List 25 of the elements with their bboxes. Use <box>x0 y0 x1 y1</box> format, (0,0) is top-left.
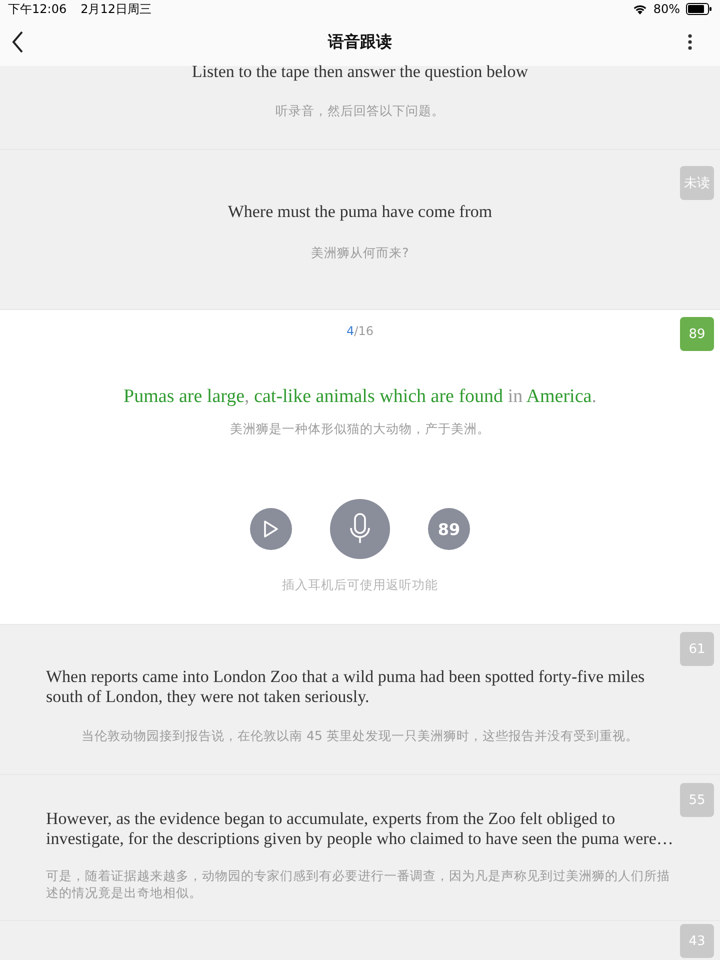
play-button[interactable] <box>250 508 292 550</box>
wifi-icon <box>633 4 648 14</box>
sentence-card[interactable]: Listen to the tape then answer the question below 听录音，然后回答以下问题。 <box>0 66 720 150</box>
current-index: 4 <box>346 324 354 338</box>
microphone-icon <box>349 513 371 545</box>
battery-icon <box>686 3 712 15</box>
total-count: /16 <box>354 324 374 338</box>
status-time: 下午12:06 <box>8 0 67 18</box>
battery-percent: 80% <box>653 2 680 16</box>
play-icon <box>263 520 279 538</box>
earphone-hint: 插入耳机后可使用返听功能 <box>282 577 438 594</box>
chinese-translation: 可是，随着证据越来越多，动物园的专家们感到有必要进行一番调查，因为凡是声称见到过美洲狮的人们所描述的情况竟是出奇地相似。 <box>46 867 671 901</box>
english-sentence: Pumas are large, cat-like animals which are found in America. <box>124 386 596 408</box>
chinese-translation: 美洲狮从何而来? <box>311 244 409 261</box>
status-date: 2月12日周三 <box>80 0 152 18</box>
page-title: 语音跟读 <box>328 32 392 52</box>
chinese-translation: 听录音，然后回答以下问题。 <box>275 102 444 119</box>
score-badge: 89 <box>680 317 714 351</box>
english-sentence: However, as the evidence began to accumulate, experts from the Zoo felt obliged to investigate, for the descriptions given by people who claimed to have seen the puma were… <box>46 809 674 849</box>
english-sentence: When reports came into London Zoo that a wild puma had been spotted forty-five miles south of London, they were not taken seriously. <box>46 667 646 707</box>
chinese-translation: 美洲狮是一种体形似猫的大动物，产于美洲。 <box>230 420 490 437</box>
chinese-translation: 当伦敦动物园接到报告说，在伦敦以南 45 英里处发现一只美洲狮时，这些报告并没有受到重视。 <box>82 727 638 744</box>
english-sentence: Where must the puma have come from <box>228 202 492 222</box>
back-icon[interactable] <box>12 31 24 53</box>
more-icon[interactable] <box>688 34 692 50</box>
